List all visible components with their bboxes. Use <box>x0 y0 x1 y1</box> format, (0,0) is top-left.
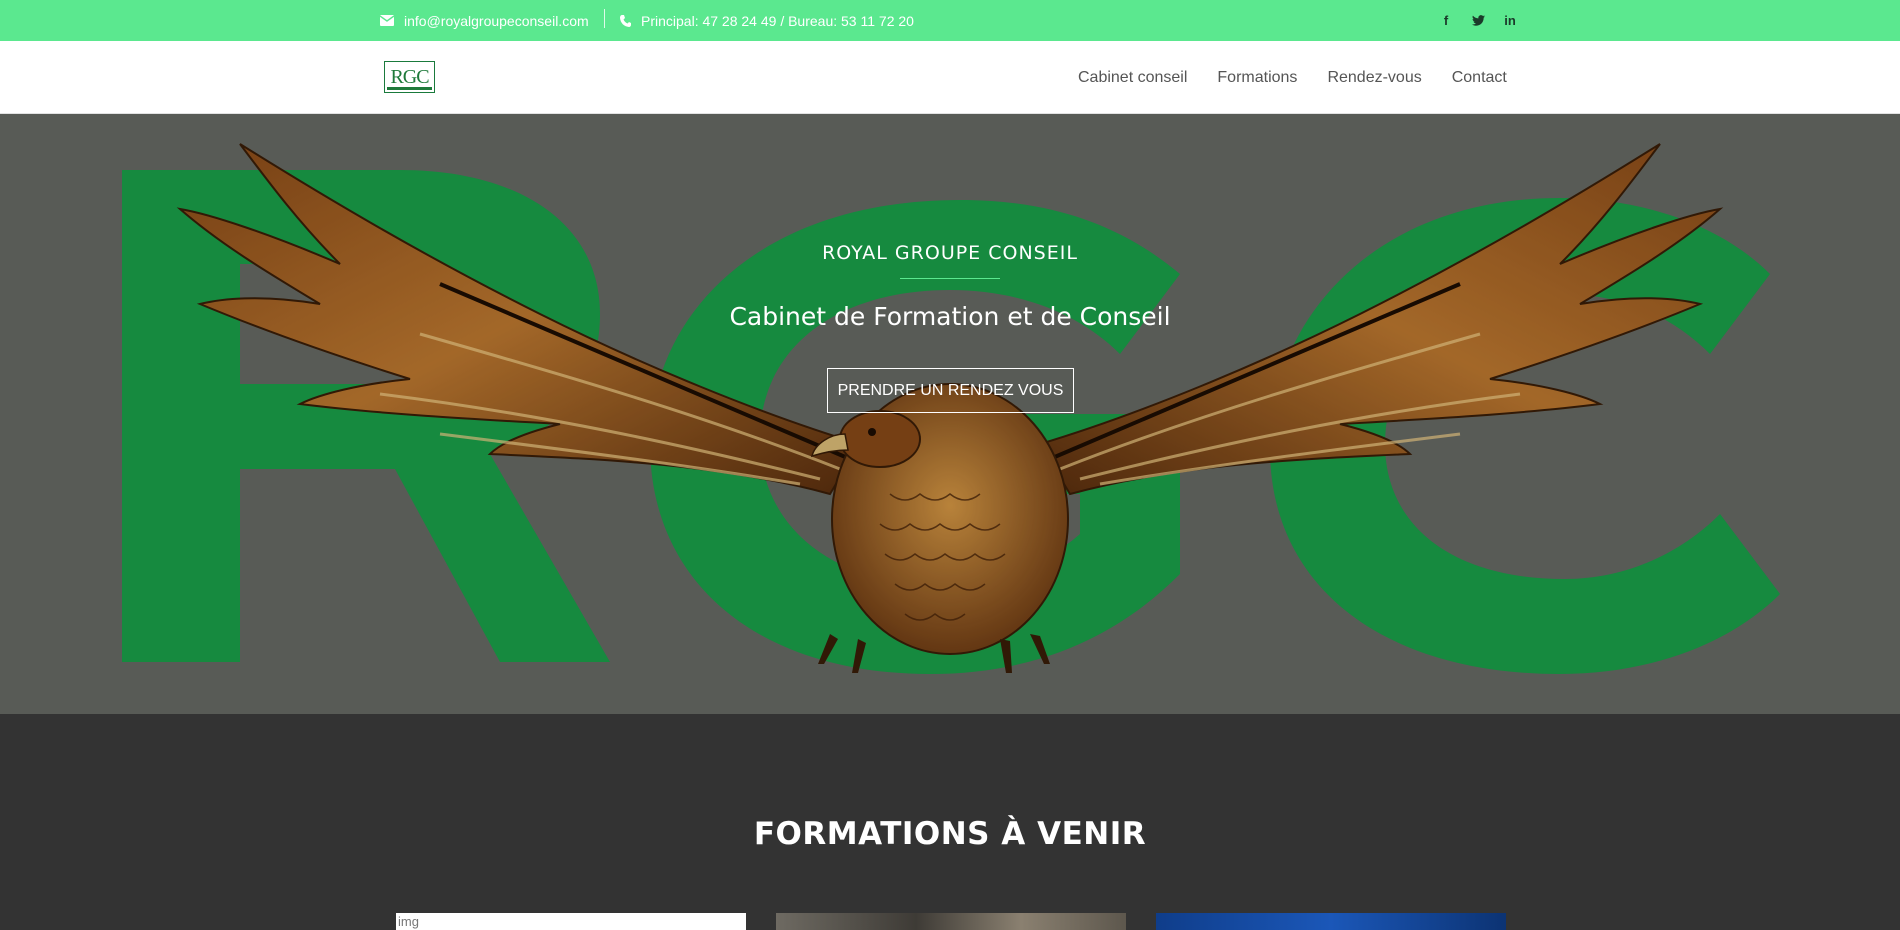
email-text[interactable]: info@royalgroupeconseil.com <box>404 13 589 29</box>
upcoming-trainings-section: FORMATIONS À VENIR img <box>0 714 1900 930</box>
hero-title: Cabinet de Formation et de Conseil <box>729 302 1171 331</box>
book-appointment-button[interactable]: PRENDRE UN RENDEZ VOUS <box>827 368 1074 413</box>
nav-item-cabinet-conseil[interactable]: Cabinet conseil <box>1078 69 1187 87</box>
section-title: FORMATIONS À VENIR <box>753 816 1147 852</box>
hero-subtitle: ROYAL GROUPE CONSEIL <box>822 242 1078 264</box>
nav-menu: Cabinet conseil Formations Rendez-vous C… <box>1078 41 1507 114</box>
phone-icon <box>620 14 631 27</box>
logo-text: RGC <box>390 66 429 88</box>
logo-underline <box>387 87 432 90</box>
training-card[interactable] <box>1156 913 1506 930</box>
main-navbar: RGC Cabinet conseil Formations Rendez-vo… <box>0 41 1900 114</box>
nav-item-contact[interactable]: Contact <box>1452 69 1507 87</box>
email-contact[interactable]: info@royalgroupeconseil.com <box>380 0 589 41</box>
nav-item-rendez-vous[interactable]: Rendez-vous <box>1327 69 1421 87</box>
linkedin-icon[interactable]: in <box>1498 0 1522 41</box>
envelope-icon <box>380 15 394 26</box>
top-bar: info@royalgroupeconseil.com Principal: 4… <box>0 0 1900 41</box>
hero-banner: ROYAL GROUPE CONSEIL Cabinet de Formatio… <box>0 114 1900 714</box>
topbar-separator <box>604 9 605 28</box>
nav-item-formations[interactable]: Formations <box>1217 69 1297 87</box>
hero-divider <box>900 278 1000 279</box>
broken-image-placeholder: img <box>398 914 419 929</box>
training-card[interactable] <box>776 913 1126 930</box>
twitter-icon[interactable] <box>1466 0 1490 41</box>
phone-contact: Principal: 47 28 24 49 / Bureau: 53 11 7… <box>620 0 914 41</box>
training-card[interactable]: img <box>396 913 746 930</box>
phone-text: Principal: 47 28 24 49 / Bureau: 53 11 7… <box>641 12 914 29</box>
facebook-icon[interactable]: f <box>1434 0 1458 41</box>
site-logo[interactable]: RGC <box>384 61 435 93</box>
hero-content: ROYAL GROUPE CONSEIL Cabinet de Formatio… <box>0 114 1900 714</box>
